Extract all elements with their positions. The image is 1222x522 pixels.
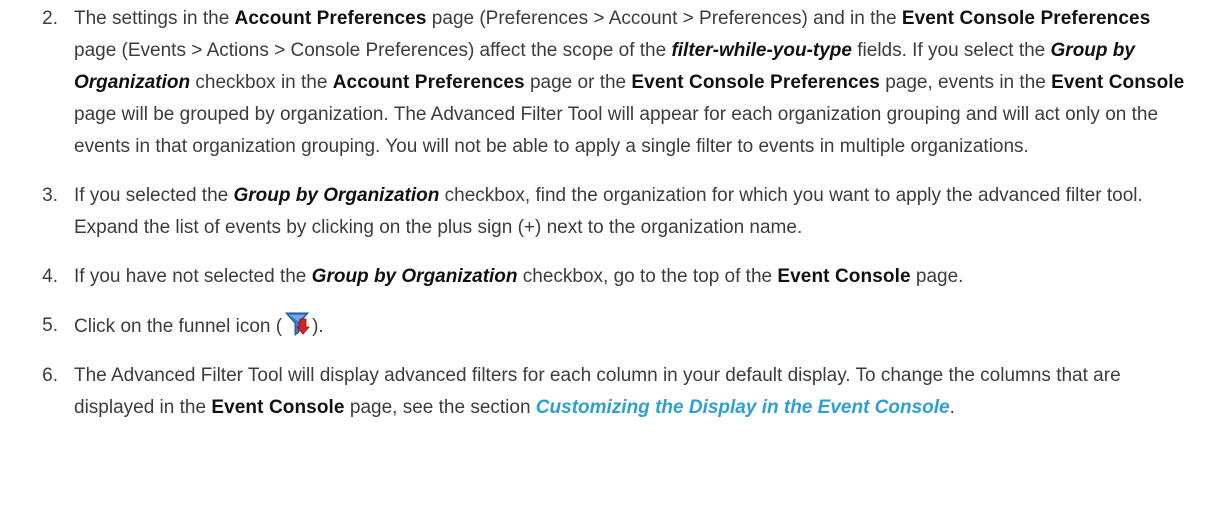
ui-term: Account Preferences [234,8,427,29]
step-2: 2. The settings in the Account Preferenc… [0,3,1222,163]
step-text: Click on the funnel icon (). [74,310,1194,343]
step-3: 3. If you selected the Group by Organiza… [0,180,1222,244]
emphasis-term: filter-while-you-type [671,40,852,61]
ui-term: Account Preferences [332,72,525,93]
step-text: The Advanced Filter Tool will display ad… [74,365,1121,418]
step-number: 3. [42,185,58,206]
ui-term: Event Console [777,266,911,287]
ui-term: Event Console Preferences [631,72,880,93]
step-5: 5. Click on the funnel icon (). [0,310,1222,343]
step-6: 6. The Advanced Filter Tool will display… [0,360,1222,424]
emphasis-term: Group by Organization [311,266,518,287]
funnel-icon [284,310,310,338]
step-number: 2. [42,8,58,29]
step-4: 4. If you have not selected the Group by… [0,261,1222,293]
step-text: If you have not selected the Group by Or… [74,266,964,287]
ui-term: Event Console Preferences [901,8,1151,29]
step-text: The settings in the Account Preferences … [74,8,1185,157]
customizing-display-link[interactable]: Customizing the Display in the Event Con… [536,397,950,418]
ui-term: Event Console [211,397,345,418]
ui-term: Event Console [1051,72,1185,93]
emphasis-term: Group by Organization [233,185,440,206]
step-number: 4. [42,266,58,287]
step-number: 6. [42,365,58,386]
step-text: If you selected the Group by Organizatio… [74,185,1143,238]
step-number: 5. [42,315,58,336]
procedure-steps: 2. The settings in the Account Preferenc… [0,0,1222,424]
